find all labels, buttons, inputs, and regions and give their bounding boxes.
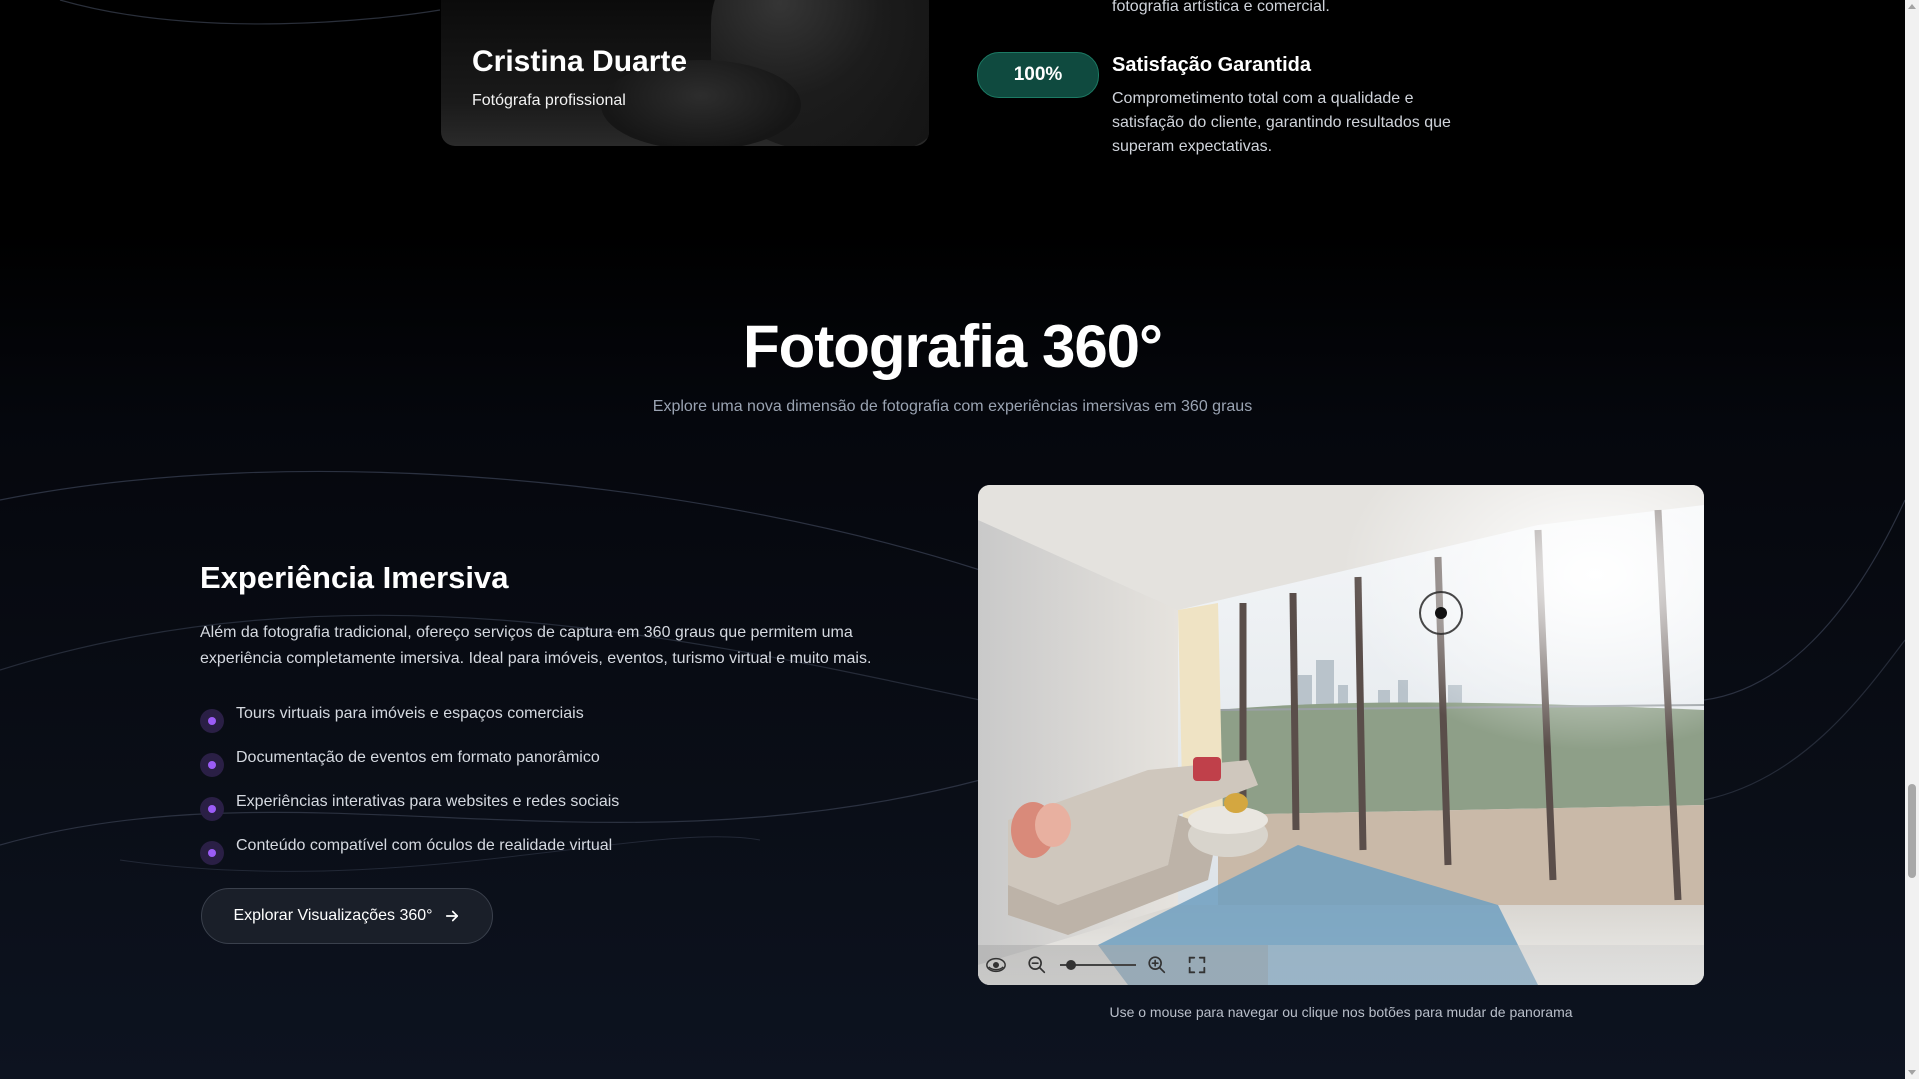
profile-name: Cristina Duarte xyxy=(472,45,688,78)
immersive-description: Além da fotografia tradicional, ofereço … xyxy=(200,624,872,667)
list-item: Conteúdo compatível com óculos de realid… xyxy=(200,827,619,871)
zoom-in-icon[interactable] xyxy=(1145,953,1169,977)
scroll-down-arrow-icon[interactable] xyxy=(1908,1070,1916,1075)
arrow-right-icon xyxy=(445,910,458,922)
immersive-title: Experiência Imersiva xyxy=(200,560,509,595)
list-item-text: Conteúdo compatível com óculos de realid… xyxy=(236,837,613,854)
feature-description: Comprometimento total com a qualidade e … xyxy=(1112,90,1451,155)
feature-list: Tours virtuais para imóveis e espaços co… xyxy=(200,695,619,871)
profile-role: Fotógrafa profissional xyxy=(472,92,626,109)
bullet-dot-icon xyxy=(200,797,224,821)
panorama-viewer[interactable] xyxy=(978,485,1704,985)
scroll-up-arrow-icon[interactable] xyxy=(1908,4,1916,9)
list-item-text: Tours virtuais para imóveis e espaços co… xyxy=(236,705,584,722)
list-item: Experiências interativas para websites e… xyxy=(200,783,619,827)
list-item-text: Documentação de eventos em formato panor… xyxy=(236,749,600,766)
scrollbar[interactable] xyxy=(1905,0,1919,1079)
section-subtitle: Explore uma nova dimensão de fotografia … xyxy=(652,398,1253,415)
list-item: Documentação de eventos em formato panor… xyxy=(200,739,619,783)
list-item-text: Experiências interativas para websites e… xyxy=(236,793,620,810)
zoom-slider-handle[interactable] xyxy=(1065,960,1076,970)
viewer-controls xyxy=(978,945,1704,985)
fullscreen-icon[interactable] xyxy=(1185,953,1209,977)
feature-title: Satisfação Garantida xyxy=(1112,54,1311,76)
profile-card: Cristina Duarte Fotógrafa profissional xyxy=(441,0,929,146)
panorama-hotspot[interactable] xyxy=(1419,591,1463,635)
panorama-image xyxy=(978,485,1704,985)
section-title: Fotografia 360° xyxy=(742,313,1163,380)
explore-360-button-label: Explorar Visualizações 360° xyxy=(233,907,433,924)
zoom-out-icon[interactable] xyxy=(1025,953,1049,977)
explore-360-button[interactable]: Explorar Visualizações 360° xyxy=(201,888,493,944)
bullet-dot-icon xyxy=(200,709,224,733)
satisfaction-badge: 100% xyxy=(977,52,1099,98)
previous-feature-text: fotografia artística e comercial. xyxy=(1112,0,1330,15)
rotate-360-icon[interactable] xyxy=(984,953,1008,977)
scrollbar-thumb[interactable] xyxy=(1908,784,1916,878)
bullet-dot-icon xyxy=(200,753,224,777)
viewer-caption: Use o mouse para navegar ou clique nos b… xyxy=(1109,1004,1573,1020)
list-item: Tours virtuais para imóveis e espaços co… xyxy=(200,695,619,739)
bullet-dot-icon xyxy=(200,841,224,865)
